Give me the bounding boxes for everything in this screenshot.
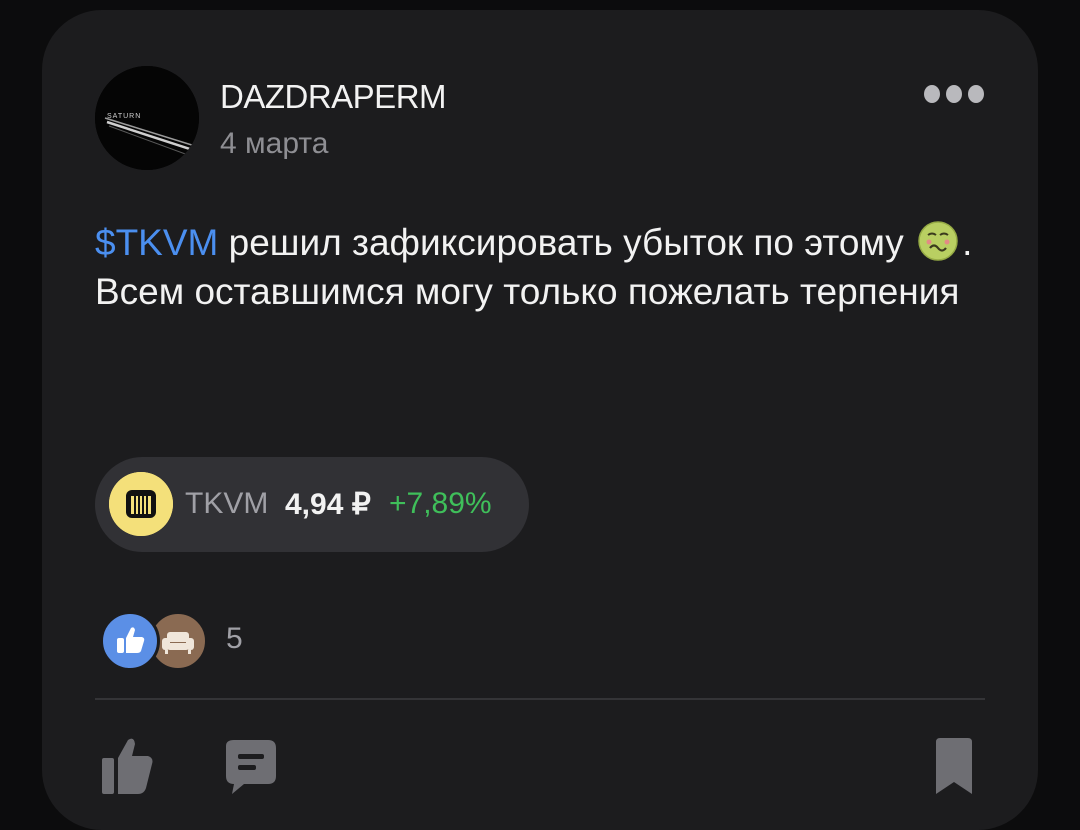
- bookmark-button[interactable]: [934, 736, 990, 794]
- author-name[interactable]: DAZDRAPERM: [220, 78, 447, 116]
- like-button[interactable]: [100, 736, 156, 794]
- post-date: 4 марта: [220, 127, 329, 160]
- instrument-chip[interactable]: TKVM 4,94 ₽ +7,89%: [95, 457, 529, 552]
- bookmark-icon: [936, 738, 972, 794]
- comment-button[interactable]: [222, 736, 278, 794]
- more-options-icon[interactable]: [922, 84, 986, 104]
- post-text-part2: .: [962, 222, 973, 263]
- avatar[interactable]: SATURN: [95, 66, 199, 170]
- avatar-image: SATURN: [95, 66, 199, 170]
- avatar-label: SATURN: [107, 113, 141, 120]
- instrument-change: +7,89%: [389, 487, 492, 520]
- post-text-line2: Всем оставшимся могу только пожелать тер…: [95, 271, 960, 312]
- reaction-thumbs-up[interactable]: [100, 611, 160, 671]
- ticker-link[interactable]: $TKVM: [95, 222, 218, 263]
- like-icon: [102, 738, 153, 794]
- post-body: $TKVM решил зафиксировать убыток по этом…: [95, 218, 975, 316]
- post-text-part1: решил зафиксировать убыток по этому: [218, 222, 915, 263]
- nauseated-face-icon: [918, 221, 958, 261]
- instrument-price: 4,94 ₽: [285, 488, 371, 521]
- reaction-count: 5: [226, 622, 243, 655]
- divider: [95, 698, 985, 700]
- comment-icon: [226, 740, 276, 794]
- instrument-ticker: TKVM: [185, 487, 269, 520]
- thumbs-up-icon: [117, 627, 145, 653]
- instrument-logo-icon: [109, 472, 173, 536]
